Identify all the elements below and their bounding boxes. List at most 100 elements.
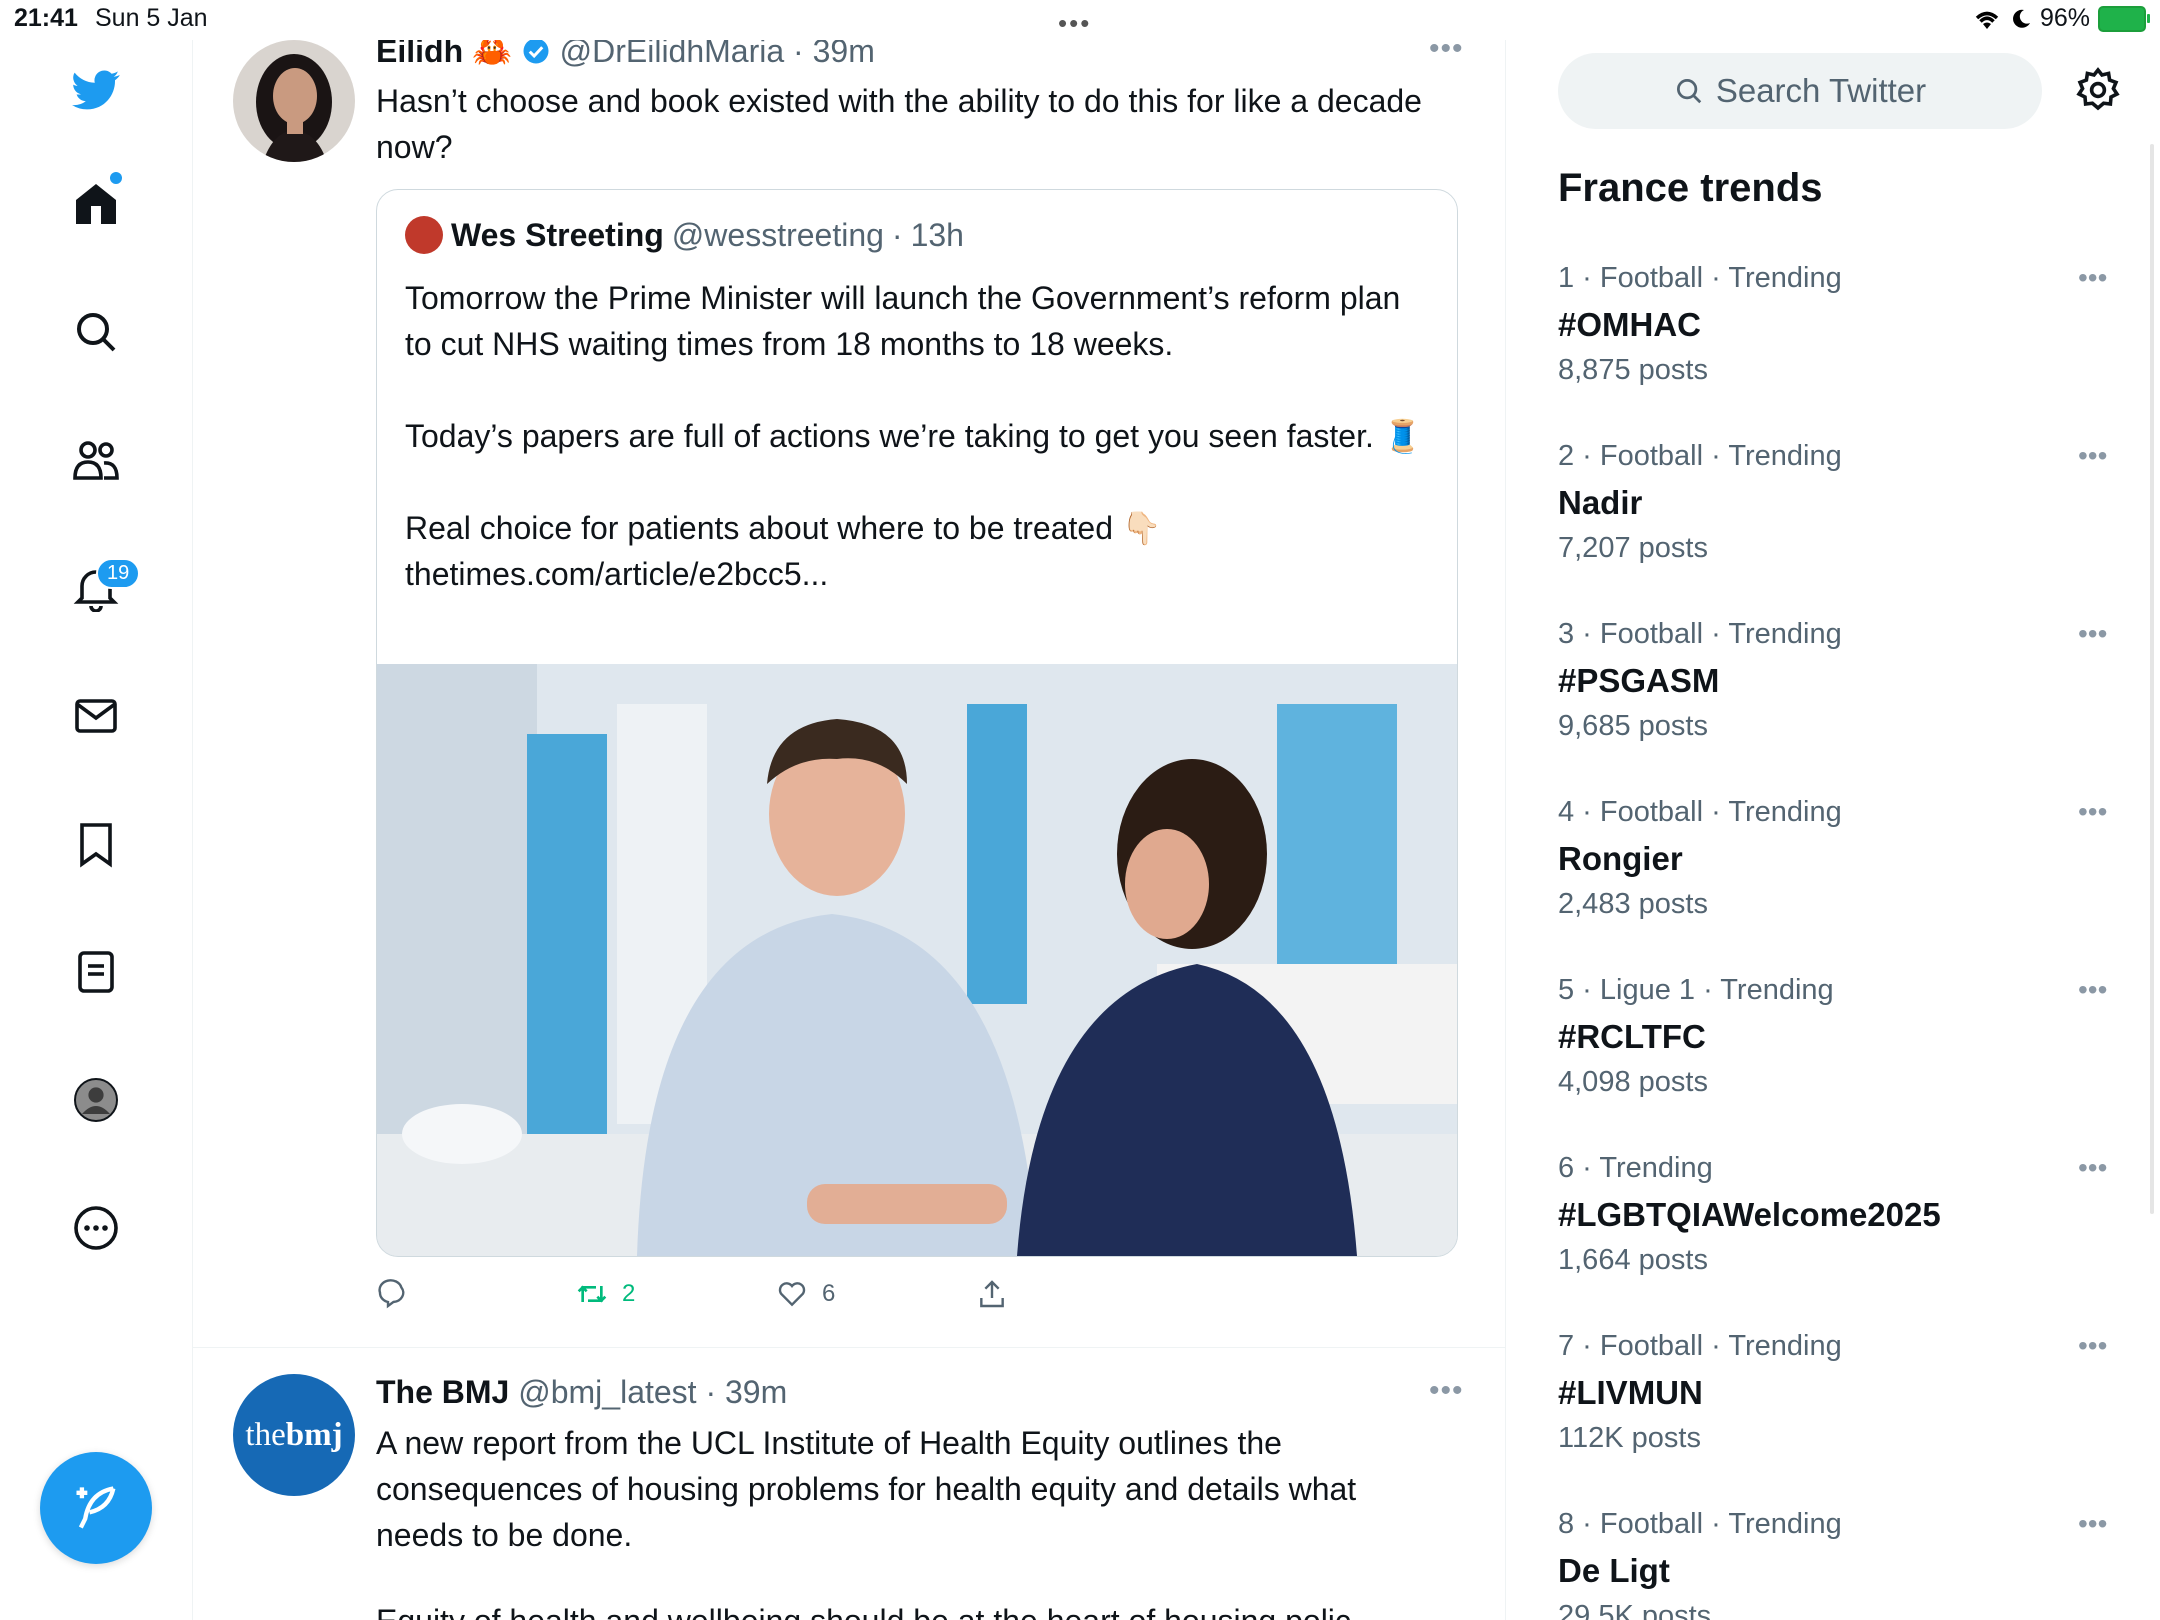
author-handle[interactable]: @bmj_latest xyxy=(518,1374,696,1410)
compose-icon xyxy=(76,1486,116,1529)
trend-name: #RCLTFC xyxy=(1558,1018,1706,1055)
status-date: Sun 5 Jan xyxy=(95,4,208,32)
quoted-author-handle: @wesstreeting xyxy=(671,216,884,253)
nav-profile[interactable] xyxy=(52,1056,140,1144)
compose-tweet-button[interactable] xyxy=(40,1452,152,1564)
tweet-time[interactable]: 39m xyxy=(725,1374,787,1410)
quoted-tweet[interactable]: Wes Streeting @wesstreeting · 13h Tomorr… xyxy=(376,189,1458,1257)
trend-more-button[interactable]: ••• xyxy=(2078,974,2107,1006)
trend-posts: 29.5K posts xyxy=(1558,1600,1712,1620)
search-placeholder: Search Twitter xyxy=(1715,72,1927,109)
search-icon xyxy=(1676,79,1702,104)
meta-separator: · xyxy=(891,216,903,253)
trend-context: 7 · Football · Trending xyxy=(1558,1330,1842,1362)
trend-item[interactable]: 7 · Football · Trending #LIVMUN 112K pos… xyxy=(1558,1330,2118,1508)
trend-item[interactable]: 1 · Football · Trending #OMHAC 8,875 pos… xyxy=(1558,262,2118,440)
trend-context: 6 · Trending xyxy=(1558,1152,1713,1184)
reply-button[interactable] xyxy=(376,1278,408,1310)
tweet-divider xyxy=(193,1347,1505,1348)
meta-separator: · xyxy=(793,40,813,69)
twitter-logo-icon[interactable] xyxy=(52,46,140,134)
like-button[interactable]: 6 xyxy=(776,1278,835,1310)
nav-notifications[interactable]: 19 xyxy=(52,544,141,632)
like-icon xyxy=(778,1282,806,1307)
profile-icon xyxy=(74,1078,118,1122)
trend-context: 1 · Football · Trending xyxy=(1558,262,1842,294)
status-time: 21:41 xyxy=(14,4,78,32)
battery-icon xyxy=(2098,5,2150,32)
search-input[interactable]: Search Twitter xyxy=(1558,53,2042,129)
nav-messages[interactable] xyxy=(52,672,140,760)
tweet-time[interactable]: 39m xyxy=(813,40,875,69)
avatar[interactable]: the bmj xyxy=(233,1374,355,1496)
author-name[interactable]: Eilidh 🦀 xyxy=(376,40,512,69)
nav-lists[interactable] xyxy=(52,928,140,1016)
trend-name: #LGBTQIAWelcome2025 xyxy=(1558,1196,1941,1233)
trend-item[interactable]: 8 · Football · Trending De Ligt 29.5K po… xyxy=(1558,1508,2118,1620)
status-right: 96% xyxy=(1972,4,2150,33)
trend-posts: 9,685 posts xyxy=(1558,710,1708,742)
nav-more[interactable] xyxy=(52,1184,140,1272)
meta-separator: · xyxy=(705,1374,725,1410)
quoted-paragraph: Real choice for patients about where to … xyxy=(405,510,1162,592)
trend-posts: 7,207 posts xyxy=(1558,532,1708,564)
trend-posts: 8,875 posts xyxy=(1558,354,1708,386)
quoted-paragraph: Tomorrow the Prime Minister will launch … xyxy=(405,280,1410,362)
retweet-button[interactable]: 2 xyxy=(576,1278,635,1310)
trend-name: #LIVMUN xyxy=(1558,1374,1703,1411)
nav-explore[interactable] xyxy=(52,288,140,376)
avatar[interactable] xyxy=(233,40,355,162)
trend-item[interactable]: 2 · Football · Trending Nadir 7,207 post… xyxy=(1558,440,2118,618)
moon-icon xyxy=(2013,9,2030,28)
wifi-icon xyxy=(1975,11,1999,29)
author-name[interactable]: The BMJ xyxy=(376,1374,509,1410)
tweet-header: Eilidh 🦀 @DrEilidhMaria · 39m xyxy=(376,40,875,70)
quoted-author-name: Wes Streeting xyxy=(451,216,664,253)
trend-item[interactable]: 6 · Trending #LGBTQIAWelcome2025 1,664 p… xyxy=(1558,1152,2118,1330)
nav-home[interactable] xyxy=(52,160,140,248)
trend-more-button[interactable]: ••• xyxy=(2078,1330,2107,1362)
bmj-logo-bold: bmj xyxy=(285,1416,343,1453)
author-handle[interactable]: @DrEilidhMaria xyxy=(560,40,785,69)
sidebar-scrollbar[interactable] xyxy=(2150,144,2154,1214)
trend-context: 4 · Football · Trending xyxy=(1558,796,1842,828)
trend-more-button[interactable]: ••• xyxy=(2078,1508,2107,1540)
nav-communities[interactable] xyxy=(52,416,140,504)
trend-more-button[interactable]: ••• xyxy=(2078,618,2107,650)
battery-percent: 96% xyxy=(2039,4,2090,32)
retweet-icon xyxy=(577,1285,607,1303)
settings-gear-icon[interactable] xyxy=(2074,66,2122,114)
share-icon xyxy=(980,1280,1004,1308)
trend-item[interactable]: 3 · Football · Trending #PSGASM 9,685 po… xyxy=(1558,618,2118,796)
trend-context: 5 · Ligue 1 · Trending xyxy=(1558,974,1834,1006)
communities-icon xyxy=(73,441,119,480)
tweet-photo[interactable] xyxy=(377,664,1457,1256)
lists-icon xyxy=(78,951,114,993)
share-button[interactable] xyxy=(976,1278,1008,1310)
right-sidebar: Search Twitter France trends 1 · Footbal… xyxy=(1506,40,2160,1620)
avatar xyxy=(405,216,443,254)
multitasking-dots-icon[interactable]: ••• xyxy=(1058,8,1091,39)
status-bar: 21:41 Sun 5 Jan ••• 96% xyxy=(0,0,2160,40)
reply-icon xyxy=(378,1279,405,1309)
verified-icon xyxy=(523,40,549,64)
trend-posts: 1,664 posts xyxy=(1558,1244,1708,1276)
search-icon xyxy=(77,313,116,352)
trend-more-button[interactable]: ••• xyxy=(2078,1152,2107,1184)
retweet-count: 2 xyxy=(622,1280,636,1307)
trend-more-button[interactable]: ••• xyxy=(2078,262,2107,294)
trend-more-button[interactable]: ••• xyxy=(2078,796,2107,828)
tweet-actions: 2 6 xyxy=(376,1278,1276,1322)
tweet-more-button[interactable]: ••• xyxy=(1429,40,1464,66)
trend-name: Nadir xyxy=(1558,484,1643,521)
tweet-more-button[interactable]: ••• xyxy=(1429,1374,1464,1408)
trend-context: 8 · Football · Trending xyxy=(1558,1508,1842,1540)
trend-item[interactable]: 4 · Football · Trending Rongier 2,483 po… xyxy=(1558,796,2118,974)
mail-icon xyxy=(75,699,117,733)
trend-item[interactable]: 5 · Ligue 1 · Trending #RCLTFC 4,098 pos… xyxy=(1558,974,2118,1152)
trend-posts: 112K posts xyxy=(1558,1422,1701,1454)
nav-bookmarks[interactable] xyxy=(52,800,140,888)
trend-context: 2 · Football · Trending xyxy=(1558,440,1842,472)
tweet-text: A new report from the UCL Institute of H… xyxy=(376,1425,1357,1553)
trend-more-button[interactable]: ••• xyxy=(2078,440,2107,472)
